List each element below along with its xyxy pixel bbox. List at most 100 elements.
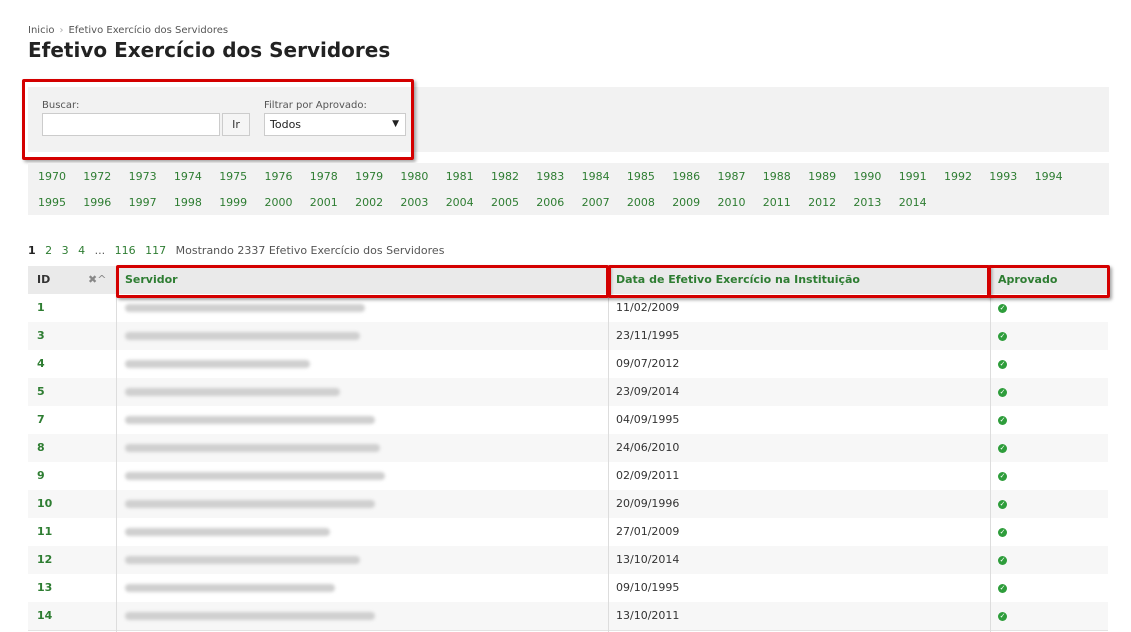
table-row[interactable]: 3 23/11/1995 ✓ [28, 322, 1108, 351]
row-id-link[interactable]: 13 [37, 574, 52, 602]
close-icon[interactable]: ✖ [88, 273, 97, 286]
year-link[interactable]: 1975 [219, 170, 247, 183]
year-link[interactable]: 1970 [38, 170, 66, 183]
year-link[interactable]: 1972 [83, 170, 111, 183]
table-row[interactable]: 5 23/09/2014 ✓ [28, 378, 1108, 407]
table-row[interactable]: 8 24/06/2010 ✓ [28, 434, 1108, 463]
column-header-id[interactable]: ID [37, 266, 50, 294]
page-title: Efetivo Exercício dos Servidores [28, 38, 391, 62]
year-link[interactable]: 1978 [310, 170, 338, 183]
row-servidor-redacted [125, 602, 375, 630]
table-row[interactable]: 9 02/09/2011 ✓ [28, 462, 1108, 491]
column-header-aprovado[interactable]: Aprovado [998, 266, 1057, 294]
table-row[interactable]: 12 13/10/2014 ✓ [28, 546, 1108, 575]
row-aprovado: ✓ [998, 350, 1007, 378]
year-link[interactable]: 1979 [355, 170, 383, 183]
year-link[interactable]: 1988 [763, 170, 791, 183]
year-link[interactable]: 2011 [763, 196, 791, 209]
year-link[interactable]: 1973 [129, 170, 157, 183]
row-id-link[interactable]: 4 [37, 350, 45, 378]
table-row[interactable]: 13 09/10/1995 ✓ [28, 574, 1108, 603]
year-link[interactable]: 2013 [853, 196, 881, 209]
table-row[interactable]: 4 09/07/2012 ✓ [28, 350, 1108, 379]
check-circle-icon: ✓ [998, 443, 1007, 453]
pagination: 1 2 3 4 ... 116 117 Mostrando 2337 Efeti… [28, 244, 450, 257]
year-link[interactable]: 1996 [83, 196, 111, 209]
year-link[interactable]: 2003 [400, 196, 428, 209]
year-link[interactable]: 2005 [491, 196, 519, 209]
page-link[interactable]: 1 [28, 244, 36, 257]
year-link[interactable]: 2007 [582, 196, 610, 209]
year-link[interactable]: 1993 [989, 170, 1017, 183]
row-id-link[interactable]: 3 [37, 322, 45, 350]
row-aprovado: ✓ [998, 574, 1007, 602]
year-link[interactable]: 2008 [627, 196, 655, 209]
row-data: 13/10/2014 [616, 553, 680, 566]
year-link[interactable]: 1984 [582, 170, 610, 183]
table-row[interactable]: 7 04/09/1995 ✓ [28, 406, 1108, 435]
table-row[interactable]: 1 11/02/2009 ✓ [28, 294, 1108, 323]
column-header-servidor[interactable]: Servidor [125, 266, 178, 294]
year-link[interactable]: 1974 [174, 170, 202, 183]
page-link[interactable]: 2 [45, 244, 52, 257]
year-link[interactable]: 1976 [265, 170, 293, 183]
year-link[interactable]: 1995 [38, 196, 66, 209]
year-link[interactable]: 2000 [265, 196, 293, 209]
year-link[interactable]: 2012 [808, 196, 836, 209]
row-data: 20/09/1996 [616, 497, 680, 510]
search-input[interactable] [42, 113, 220, 136]
year-link[interactable]: 2004 [446, 196, 474, 209]
column-header-data[interactable]: Data de Efetivo Exercício na Instituição [616, 266, 860, 294]
year-link[interactable]: 1980 [400, 170, 428, 183]
row-data: 02/09/2011 [616, 469, 680, 482]
row-servidor-redacted [125, 378, 340, 406]
row-aprovado: ✓ [998, 462, 1007, 490]
year-link[interactable]: 1992 [944, 170, 972, 183]
row-id-link[interactable]: 14 [37, 602, 52, 630]
breadcrumb-home[interactable]: Inicio [28, 25, 54, 36]
year-link[interactable]: 2010 [718, 196, 746, 209]
go-button[interactable]: Ir [222, 113, 250, 136]
row-id-link[interactable]: 11 [37, 518, 52, 546]
page-link[interactable]: 4 [78, 244, 85, 257]
year-link[interactable]: 1987 [718, 170, 746, 183]
row-id-link[interactable]: 12 [37, 546, 52, 574]
page-link[interactable]: 117 [145, 244, 166, 257]
year-link[interactable]: 2006 [536, 196, 564, 209]
row-servidor-redacted [125, 406, 375, 434]
page-link[interactable]: 116 [115, 244, 136, 257]
year-link[interactable]: 2001 [310, 196, 338, 209]
row-id-link[interactable]: 9 [37, 462, 45, 490]
row-id-link[interactable]: 1 [37, 294, 45, 322]
row-id-link[interactable]: 8 [37, 434, 45, 462]
year-link[interactable]: 1991 [899, 170, 927, 183]
year-link[interactable]: 1999 [219, 196, 247, 209]
row-data: 23/11/1995 [616, 329, 680, 342]
row-id-link[interactable]: 7 [37, 406, 45, 434]
table-row[interactable]: 10 20/09/1996 ✓ [28, 490, 1108, 519]
year-link[interactable]: 1989 [808, 170, 836, 183]
chevron-up-icon[interactable]: ^ [97, 273, 106, 286]
year-link[interactable]: 1982 [491, 170, 519, 183]
year-link[interactable]: 1981 [446, 170, 474, 183]
year-link[interactable]: 1986 [672, 170, 700, 183]
row-aprovado: ✓ [998, 602, 1007, 630]
year-link[interactable]: 2002 [355, 196, 383, 209]
year-link[interactable]: 1994 [1035, 170, 1063, 183]
page-link[interactable]: 3 [62, 244, 69, 257]
year-link[interactable]: 1990 [853, 170, 881, 183]
row-servidor-redacted [125, 518, 330, 546]
year-link[interactable]: 1998 [174, 196, 202, 209]
year-link[interactable]: 2009 [672, 196, 700, 209]
check-circle-icon: ✓ [998, 359, 1007, 369]
approved-filter-select[interactable]: Todos ▼ [264, 113, 406, 136]
year-link[interactable]: 1985 [627, 170, 655, 183]
year-link[interactable]: 1983 [536, 170, 564, 183]
row-id-link[interactable]: 5 [37, 378, 45, 406]
row-id-link[interactable]: 10 [37, 490, 52, 518]
check-circle-icon: ✓ [998, 527, 1007, 537]
year-link[interactable]: 1997 [129, 196, 157, 209]
year-link[interactable]: 2014 [899, 196, 927, 209]
table-row[interactable]: 14 13/10/2011 ✓ [28, 602, 1108, 631]
table-row[interactable]: 11 27/01/2009 ✓ [28, 518, 1108, 547]
